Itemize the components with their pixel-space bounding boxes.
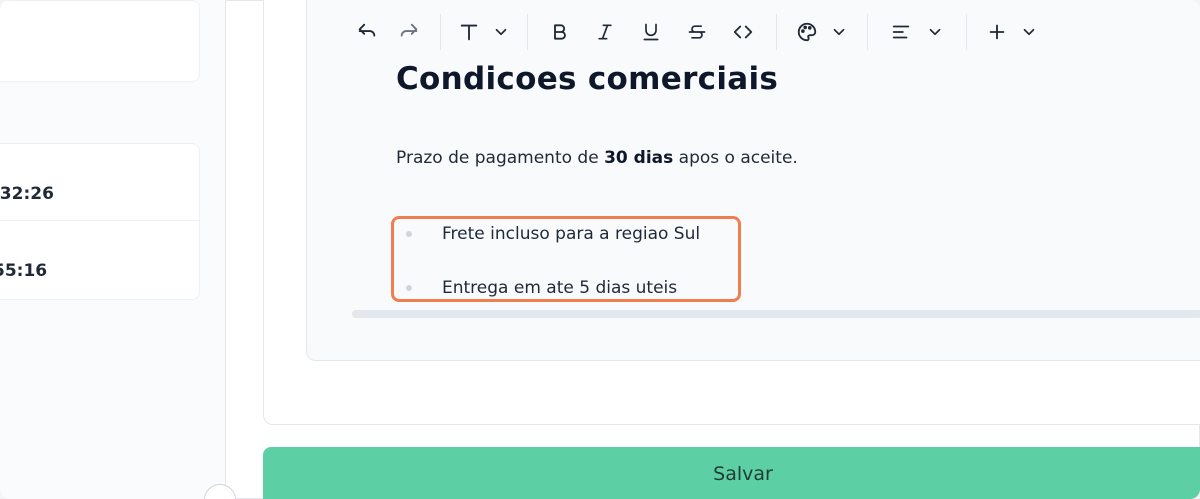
align-icon [892, 25, 910, 39]
history-time-1[interactable]: :32:26 [0, 184, 54, 204]
strikethrough-button[interactable] [674, 16, 720, 48]
code-icon [733, 25, 753, 39]
undo-icon [358, 23, 376, 37]
redo-button[interactable] [388, 16, 430, 48]
sidebar-collapse-button[interactable] [204, 484, 236, 499]
undo-button[interactable] [346, 16, 388, 48]
paragraph-bold-text: 30 dias [604, 148, 674, 168]
align-dropdown[interactable] [878, 16, 956, 48]
redo-icon [400, 23, 418, 37]
text-type-dropdown[interactable] [451, 16, 517, 48]
chevron-down-icon [1023, 28, 1035, 36]
toolbar-separator [527, 14, 528, 50]
plus-icon [989, 24, 1005, 40]
toolbar-separator [867, 14, 868, 50]
save-button[interactable]: Salvar [263, 447, 1200, 499]
underline-icon [643, 23, 659, 41]
editor-toolbar [346, 14, 1086, 50]
sidebar-card-top[interactable] [0, 0, 200, 82]
toolbar-separator [966, 14, 967, 50]
palette-icon [797, 22, 817, 42]
sidebar-card-history: :32:26 55:16 [0, 143, 200, 300]
sidebar-card-divider [0, 220, 199, 221]
italic-button[interactable] [582, 16, 628, 48]
color-dropdown[interactable] [787, 16, 857, 48]
paragraph-text: Prazo de pagamento de [396, 148, 605, 168]
code-button[interactable] [720, 16, 766, 48]
chevron-down-icon [833, 28, 845, 36]
app-frame: :32:26 55:16 [0, 0, 1200, 499]
sidebar: :32:26 55:16 [0, 0, 236, 499]
editor-scrollbar-thumb[interactable] [364, 311, 1200, 317]
toolbar-separator [440, 14, 441, 50]
toolbar-separator [776, 14, 777, 50]
italic-icon [598, 24, 612, 40]
bold-icon [554, 24, 566, 40]
bold-button[interactable] [538, 16, 582, 48]
paragraph-text: apos o aceite. [673, 148, 798, 168]
content-paragraph[interactable]: Prazo de pagamento de 30 dias apos o ace… [396, 148, 798, 168]
text-type-icon [460, 24, 478, 41]
insert-dropdown[interactable] [977, 16, 1047, 48]
underline-button[interactable] [628, 16, 674, 48]
chevron-down-icon [929, 28, 941, 36]
selection-highlight-box [391, 216, 741, 302]
history-time-2[interactable]: 55:16 [0, 261, 47, 281]
strikethrough-icon [688, 25, 706, 39]
content-heading[interactable]: Condicoes comerciais [396, 61, 778, 97]
chevron-down-icon [495, 28, 507, 36]
